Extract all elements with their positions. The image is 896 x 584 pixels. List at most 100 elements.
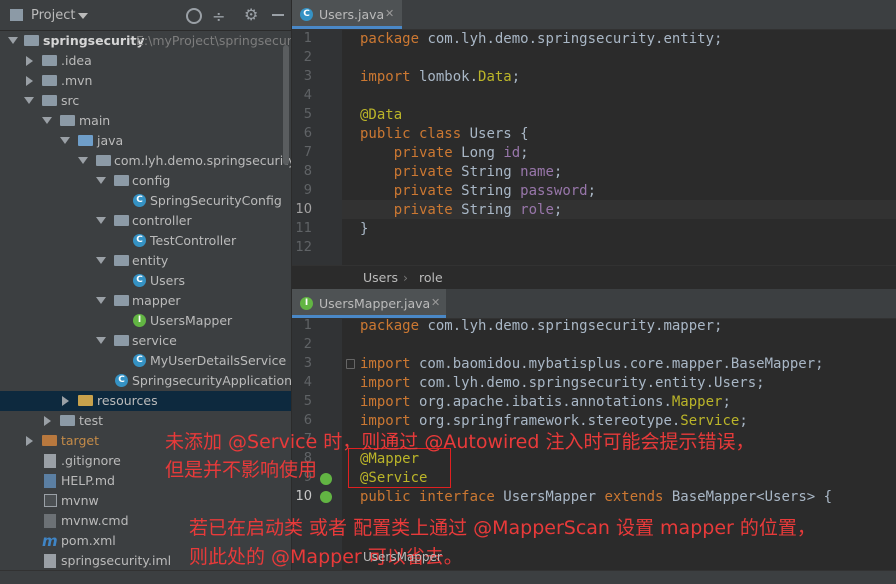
locate-icon[interactable] [186,8,202,24]
tree-item-mapper[interactable]: mapper [0,291,291,311]
tree-item-label: TestController [150,233,237,248]
spring-bean-gutter-icon[interactable] [320,491,332,503]
code-line[interactable]: import com.lyh.demo.springsecurity.entit… [360,375,765,391]
line-number: 1 [303,318,312,333]
package-icon [96,155,111,166]
folder-icon [42,55,57,66]
tab-usersmapper-java[interactable]: I UsersMapper.java ✕ [292,289,446,318]
tree-item-myuserdetailsservice[interactable]: C MyUserDetailsService [0,351,291,371]
breadcrumb-item[interactable]: role [419,270,443,285]
breadcrumb-item[interactable]: UsersMapper [363,550,442,564]
tree-item-controller[interactable]: controller [0,211,291,231]
tree-item-entity[interactable]: entity [0,251,291,271]
breadcrumb-separator-icon: › [403,270,408,285]
tree-item-mvn[interactable]: .mvn [0,71,291,91]
tree-item-label: UsersMapper [150,313,233,328]
tree-item-usersmapper[interactable]: I UsersMapper [0,311,291,331]
hide-panel-icon[interactable] [272,14,284,16]
fold-marker-icon[interactable] [346,359,355,369]
code-line[interactable]: @Data [360,107,402,123]
breadcrumb-item[interactable]: Users [363,270,398,285]
highlight-box [348,448,451,488]
tree-item-label: SpringSecurityConfig [150,193,282,208]
expand-arrow-icon[interactable] [96,297,106,304]
expand-arrow-icon[interactable] [8,37,18,44]
folder-icon [24,35,39,46]
tree-item-label: SpringsecurityApplication [132,373,291,388]
line-number: 3 [303,69,312,84]
code-line[interactable]: public class Users { [360,126,529,142]
class-icon: C [133,194,146,207]
line-number: 9 [303,183,312,198]
line-number: 6 [303,126,312,141]
expand-arrow-icon[interactable] [24,97,34,104]
tree-item-testcontroller[interactable]: C TestController [0,231,291,251]
class-icon: C [300,8,313,21]
expand-arrow-icon[interactable] [42,117,52,124]
tree-item-label: springsecurity [43,33,145,48]
close-icon[interactable]: ✕ [385,7,394,20]
tree-item-label: mvnw [61,493,99,508]
tree-item-springsecurityconfig[interactable]: C SpringSecurityConfig [0,191,291,211]
excluded-folder-icon [42,435,57,446]
code-line[interactable]: private String name; [360,164,563,180]
expand-arrow-icon[interactable] [96,257,106,264]
tree-item-config[interactable]: config [0,171,291,191]
tree-item-mvnw[interactable]: mvnw [0,491,291,511]
expand-arrow-icon[interactable] [78,157,88,164]
code-line[interactable]: public interface UsersMapper extends Bas… [360,489,832,505]
tree-item-label: controller [132,213,192,228]
expand-arrow-icon[interactable] [96,217,106,224]
code-line[interactable]: package com.lyh.demo.springsecurity.enti… [360,31,722,47]
tree-item-resources[interactable]: resources [0,391,291,411]
expand-arrow-icon[interactable] [44,416,51,426]
tree-item-label: MyUserDetailsService [150,353,287,368]
expand-arrow-icon[interactable] [26,56,33,66]
line-number: 3 [303,356,312,371]
folder-icon [42,95,57,106]
tree-item-src[interactable]: src [0,91,291,111]
code-line[interactable]: private String role; [360,202,563,218]
tree-item-idea[interactable]: .idea [0,51,291,71]
tree-item-label: pom.xml [61,533,116,548]
view-dropdown-icon[interactable] [78,13,88,19]
collapse-icon[interactable]: ÷ [212,7,225,26]
line-number: 6 [303,413,312,428]
resources-folder-icon [78,395,93,406]
expand-arrow-icon[interactable] [96,177,106,184]
tab-label: UsersMapper.java [319,296,431,311]
code-line[interactable]: private Long id; [360,145,529,161]
class-icon: C [133,234,146,247]
project-panel-title[interactable]: Project [31,8,75,23]
code-line[interactable]: private String password; [360,183,596,199]
code-line[interactable]: import com.baomidou.mybatisplus.core.map… [360,356,824,372]
expand-arrow-icon[interactable] [62,396,69,406]
tab-users-java[interactable]: C Users.java ✕ [292,0,402,29]
expand-arrow-icon[interactable] [96,337,106,344]
close-icon[interactable]: ✕ [431,296,440,309]
code-line[interactable]: } [360,221,368,237]
tree-item-users[interactable]: C Users [0,271,291,291]
editor1-tabbar: C Users.java ✕ [292,0,896,30]
tree-item-package[interactable]: com.lyh.demo.springsecurity [0,151,291,171]
tree-item-service[interactable]: service [0,331,291,351]
code-line[interactable]: import lombok.Data; [360,69,520,85]
gear-icon[interactable]: ⚙ [244,5,258,24]
project-scrollbar[interactable] [283,45,289,165]
tree-item-java[interactable]: java [0,131,291,151]
tree-item-springsecurity[interactable]: springsecurity E:\myProject\springsecuri… [0,31,291,51]
tree-item-label: src [61,93,80,108]
tree-item-springsecurityapplication[interactable]: C SpringsecurityApplication [0,371,291,391]
expand-arrow-icon[interactable] [60,137,70,144]
tree-item-label: .idea [61,53,92,68]
terminal-file-icon [44,494,57,507]
code-line[interactable]: import org.apache.ibatis.annotations.Map… [360,394,731,410]
tree-item-main[interactable]: main [0,111,291,131]
expand-arrow-icon[interactable] [26,436,33,446]
line-number: 1 [303,31,312,46]
spring-bean-gutter-icon[interactable] [320,473,332,485]
line-number: 4 [303,375,312,390]
code-line[interactable]: package com.lyh.demo.springsecurity.mapp… [360,318,722,334]
expand-arrow-icon[interactable] [26,76,33,86]
project-panel-header: Project ÷ ⚙ [0,0,291,31]
